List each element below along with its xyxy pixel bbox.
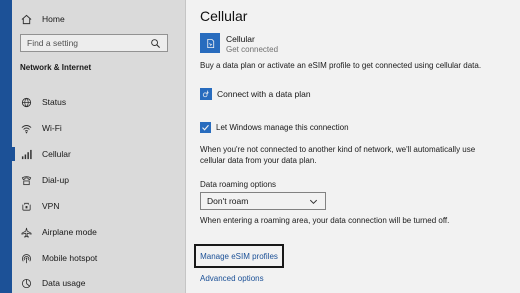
data-usage-icon xyxy=(20,277,32,289)
roaming-dropdown[interactable]: Don't roam xyxy=(200,192,326,210)
search-icon[interactable] xyxy=(149,37,161,49)
advanced-options-link[interactable]: Advanced options xyxy=(200,274,264,283)
sidebar-home[interactable]: Home xyxy=(20,10,65,28)
manage-connection-checkbox-row[interactable]: Let Windows manage this connection xyxy=(200,122,349,133)
sidebar-item-data-usage[interactable]: Data usage xyxy=(12,273,186,293)
roaming-label: Data roaming options xyxy=(200,180,277,189)
sidebar-item-status[interactable]: Status xyxy=(12,92,186,112)
connect-data-plan-button[interactable]: Connect with a data plan xyxy=(200,88,311,100)
sidebar-item-label: Wi-Fi xyxy=(42,123,62,133)
cellular-status: Get connected xyxy=(226,45,279,54)
sidebar-item-mobile-hotspot[interactable]: Mobile hotspot xyxy=(12,248,186,268)
connect-data-plan-label: Connect with a data plan xyxy=(217,89,311,99)
search-input[interactable] xyxy=(27,38,147,48)
sidebar-item-dialup[interactable]: Dial-up xyxy=(12,170,186,190)
esim-focus-outline: Manage eSIM profiles xyxy=(194,244,284,268)
sidebar-item-label: VPN xyxy=(42,201,60,211)
sidebar-item-cellular[interactable]: Cellular xyxy=(12,144,186,164)
page-title: Cellular xyxy=(200,8,248,24)
sidebar-item-label: Dial-up xyxy=(42,175,69,185)
phone-icon xyxy=(20,174,32,186)
sidebar-item-label: Cellular xyxy=(42,149,71,159)
globe-icon xyxy=(20,96,32,108)
manage-esim-link[interactable]: Manage eSIM profiles xyxy=(200,252,278,261)
data-plan-icon xyxy=(200,88,212,100)
roaming-description: When entering a roaming area, your data … xyxy=(200,216,450,225)
main-content: Cellular Cellular Get connected Buy a da… xyxy=(186,0,520,293)
left-edge-bar xyxy=(0,0,12,293)
roaming-value: Don't roam xyxy=(207,196,249,206)
cellular-signal-icon xyxy=(20,148,32,160)
sidebar-item-label: Status xyxy=(42,97,67,107)
chevron-down-icon xyxy=(307,195,319,207)
sidebar: Home Network & Internet Status Wi-Fi Cel… xyxy=(12,0,186,293)
buy-description: Buy a data plan or activate an eSIM prof… xyxy=(200,61,482,70)
vpn-icon xyxy=(20,200,32,212)
search-box[interactable] xyxy=(20,34,168,52)
hotspot-icon xyxy=(20,252,32,264)
sidebar-item-wifi[interactable]: Wi-Fi xyxy=(12,118,186,138)
manage-connection-checkbox[interactable] xyxy=(200,122,211,133)
wifi-icon xyxy=(20,122,32,134)
sidebar-item-airplane-mode[interactable]: Airplane mode xyxy=(12,222,186,242)
sidebar-home-label: Home xyxy=(42,14,65,24)
airplane-icon xyxy=(20,226,32,238)
sidebar-item-label: Mobile hotspot xyxy=(42,253,98,263)
sidebar-item-vpn[interactable]: VPN xyxy=(12,196,186,216)
manage-description: When you're not connected to another kin… xyxy=(200,145,476,165)
cellular-name: Cellular xyxy=(226,34,255,44)
sidebar-item-label: Airplane mode xyxy=(42,227,97,237)
sidebar-item-label: Data usage xyxy=(42,278,86,288)
section-title: Network & Internet xyxy=(20,63,92,72)
sim-card-icon xyxy=(200,33,220,53)
manage-connection-label: Let Windows manage this connection xyxy=(216,123,349,132)
home-icon xyxy=(20,13,32,25)
